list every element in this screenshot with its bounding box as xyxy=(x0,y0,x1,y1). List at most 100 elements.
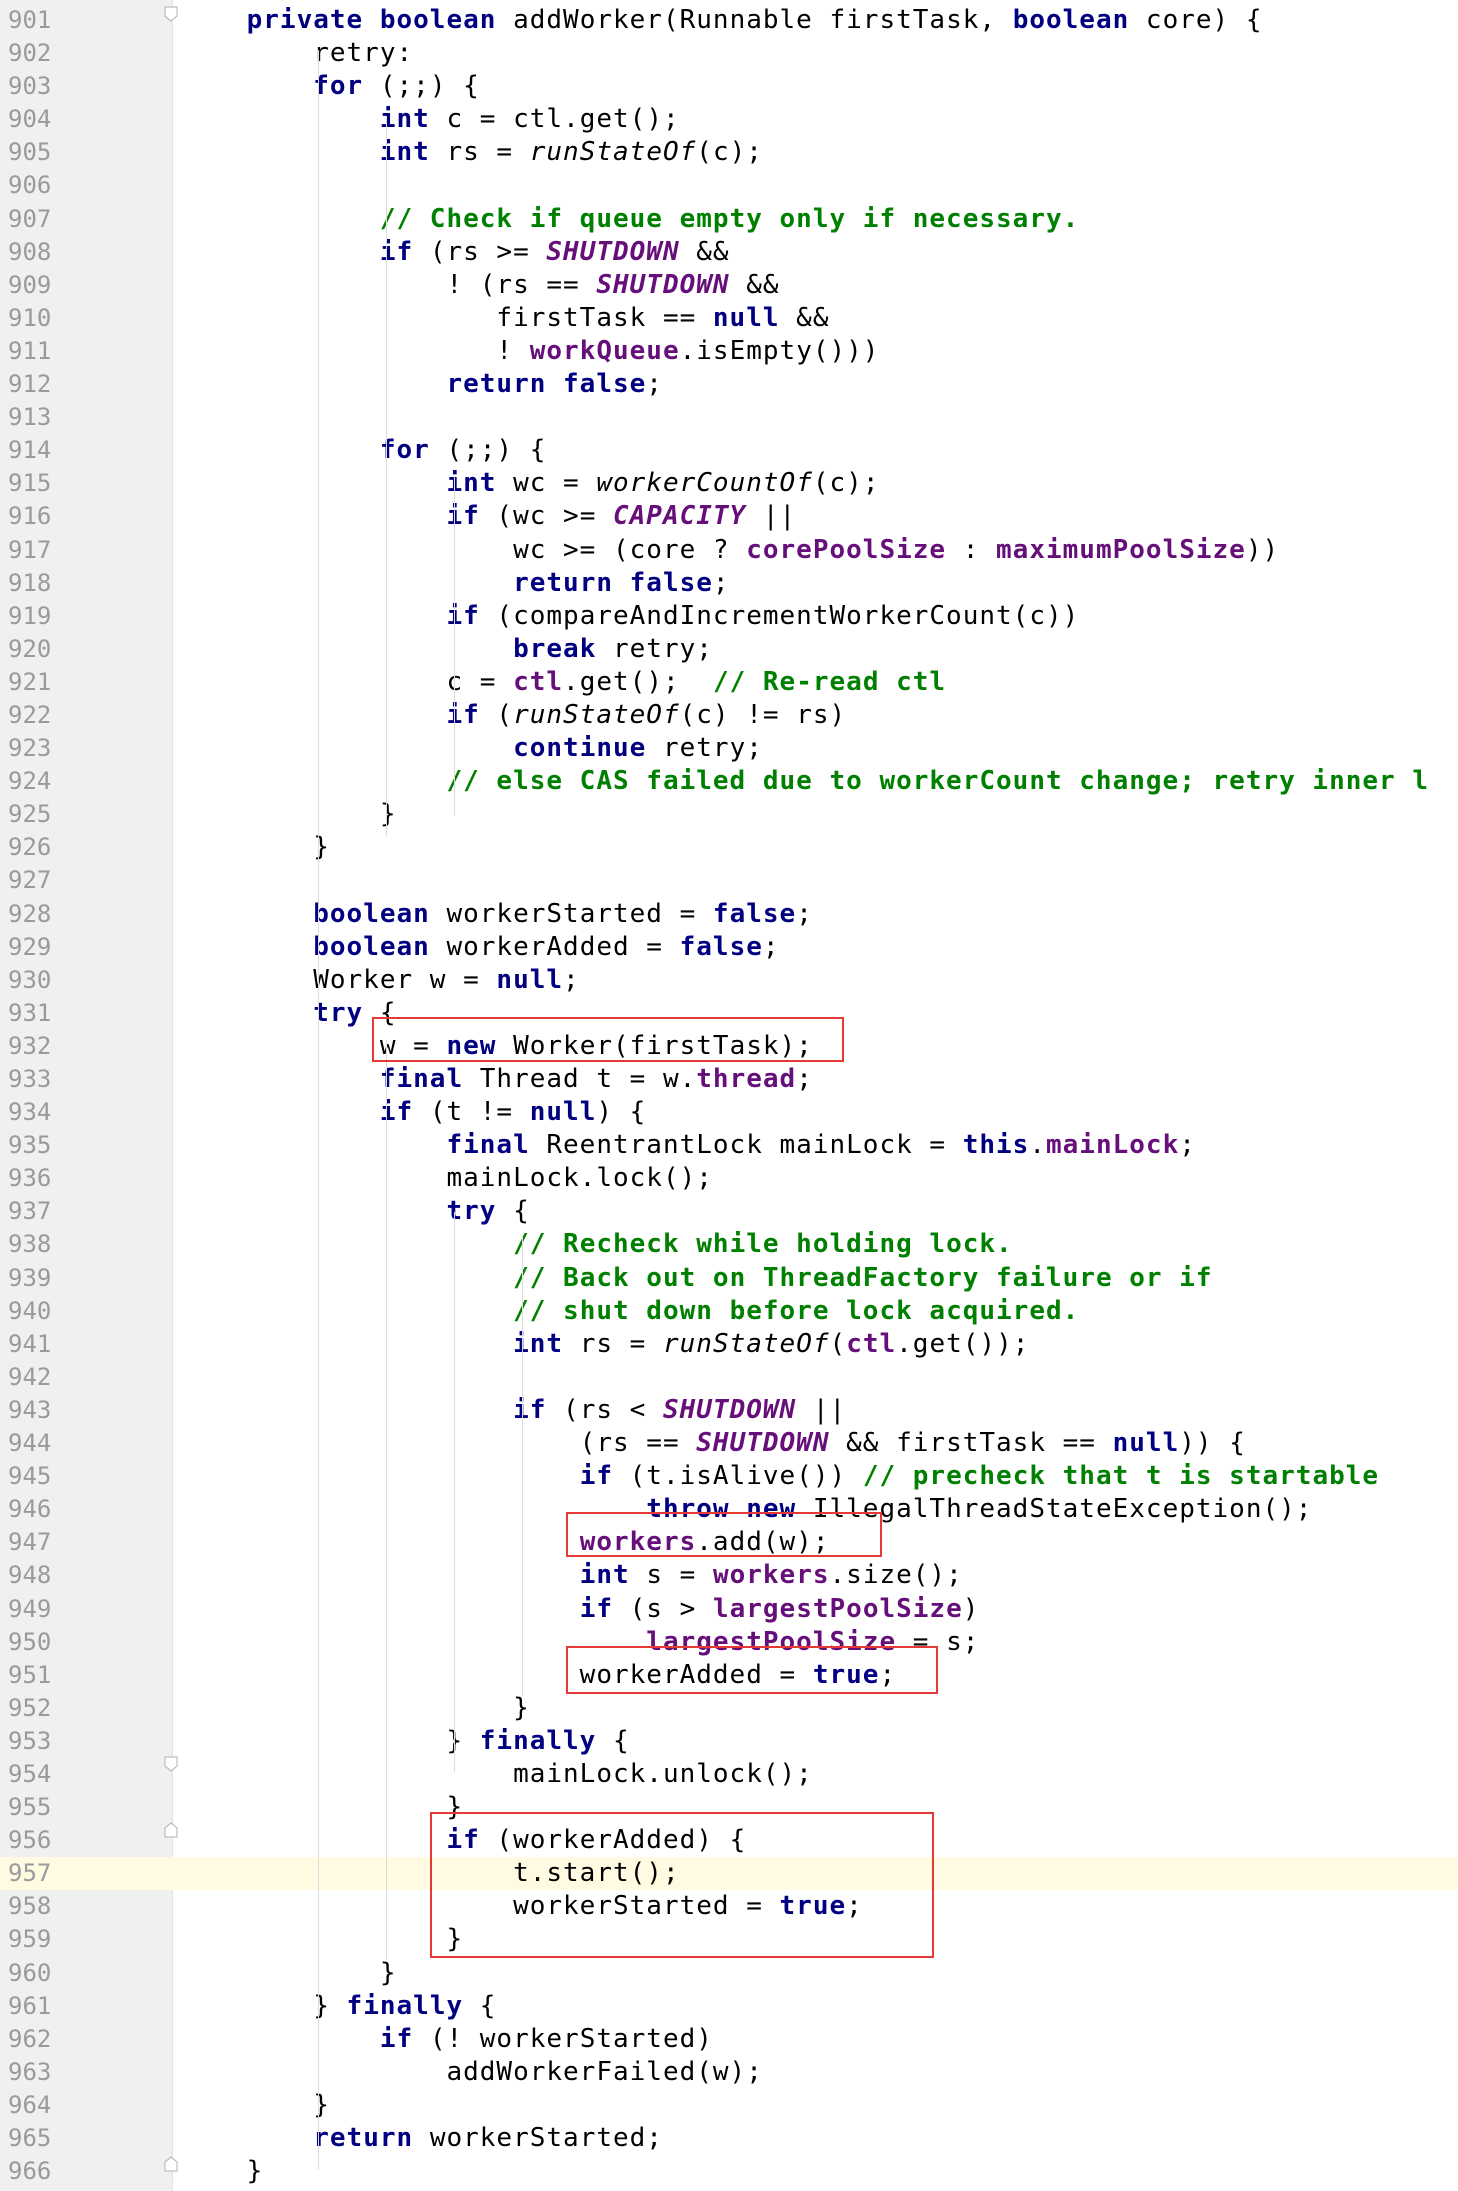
code-line[interactable]: 922 if (runStateOf(c) != rs) xyxy=(0,699,1458,732)
code-line[interactable]: 911 ! workQueue.isEmpty())) xyxy=(0,335,1458,368)
code-line[interactable]: 952 } xyxy=(0,1692,1458,1725)
code-text: for (;;) { xyxy=(180,70,480,103)
code-text: Worker w = null; xyxy=(180,964,580,997)
code-line[interactable]: 914 for (;;) { xyxy=(0,434,1458,467)
code-line[interactable]: 906 xyxy=(0,169,1458,202)
code-line[interactable]: 904 int c = ctl.get(); xyxy=(0,103,1458,136)
code-token: ; xyxy=(1179,1130,1196,1161)
code-token: if xyxy=(379,2023,430,2054)
code-line[interactable]: 918 return false; xyxy=(0,567,1458,600)
code-token: null xyxy=(712,302,780,333)
code-line[interactable]: 961 } finally { xyxy=(0,1990,1458,2023)
code-line[interactable]: 907 // Check if queue empty only if nece… xyxy=(0,203,1458,236)
code-line[interactable]: 913 xyxy=(0,401,1458,434)
code-token: mainLock.unlock(); xyxy=(180,1758,813,1789)
code-token: )) xyxy=(1245,534,1280,565)
code-token: // else CAS failed due to workerCount ch… xyxy=(446,766,1429,797)
code-line[interactable]: 936 mainLock.lock(); xyxy=(0,1162,1458,1195)
code-line[interactable]: 924 // else CAS failed due to workerCoun… xyxy=(0,765,1458,798)
code-line[interactable]: 925 } xyxy=(0,798,1458,831)
code-token: ( xyxy=(496,699,514,730)
code-line[interactable]: 948 int s = workers.size(); xyxy=(0,1559,1458,1592)
code-line[interactable]: 944 (rs == SHUTDOWN && firstTask == null… xyxy=(0,1427,1458,1460)
code-line[interactable]: 940 // shut down before lock acquired. xyxy=(0,1295,1458,1328)
code-token: ; xyxy=(646,369,663,400)
code-line[interactable]: 915 int wc = workerCountOf(c); xyxy=(0,467,1458,500)
code-line[interactable]: 917 wc >= (core ? corePoolSize : maximum… xyxy=(0,534,1458,567)
code-line[interactable]: 912 return false; xyxy=(0,368,1458,401)
code-token: ; xyxy=(712,567,730,598)
code-line[interactable]: 919 if (compareAndIncrementWorkerCount(c… xyxy=(0,600,1458,633)
code-line[interactable]: 943 if (rs < SHUTDOWN || xyxy=(0,1394,1458,1427)
code-line[interactable]: 960 } xyxy=(0,1957,1458,1990)
fold-marker-icon[interactable] xyxy=(164,1822,178,1838)
code-line[interactable]: 938 // Recheck while holding lock. xyxy=(0,1228,1458,1261)
code-line[interactable]: 942 xyxy=(0,1361,1458,1394)
code-text: final Thread t = w.thread; xyxy=(180,1063,813,1096)
code-line[interactable]: 934 if (t != null) { xyxy=(0,1096,1458,1129)
code-line[interactable]: 902 retry: xyxy=(0,37,1458,70)
code-token: final xyxy=(379,1064,480,1094)
code-line[interactable]: 927 xyxy=(0,864,1458,897)
code-token: runStateOf xyxy=(529,137,697,168)
code-line[interactable]: 923 continue retry; xyxy=(0,732,1458,765)
code-text: try { xyxy=(180,1195,530,1228)
indent-guide xyxy=(522,1236,523,1696)
code-text: private boolean addWorker(Runnable first… xyxy=(180,4,1263,37)
code-line[interactable]: 916 if (wc >= CAPACITY || xyxy=(0,500,1458,533)
code-line[interactable]: 964 } xyxy=(0,2089,1458,2122)
code-line[interactable]: 935 final ReentrantLock mainLock = this.… xyxy=(0,1129,1458,1162)
code-text: final ReentrantLock mainLock = this.main… xyxy=(180,1129,1196,1162)
code-line[interactable]: 941 int rs = runStateOf(ctl.get()); xyxy=(0,1328,1458,1361)
code-line[interactable]: 929 boolean workerAdded = false; xyxy=(0,931,1458,964)
code-token: } xyxy=(180,1924,464,1955)
code-token: : xyxy=(946,534,997,565)
fold-marker-icon[interactable] xyxy=(164,1756,178,1772)
code-text: boolean workerStarted = false; xyxy=(180,898,813,931)
code-line[interactable]: 939 // Back out on ThreadFactory failure… xyxy=(0,1262,1458,1295)
code-token: int xyxy=(379,137,447,168)
code-token: rs = xyxy=(446,137,530,168)
fold-marker-icon[interactable] xyxy=(164,6,178,22)
code-line[interactable]: 920 break retry; xyxy=(0,633,1458,666)
code-line[interactable]: 928 boolean workerStarted = false; xyxy=(0,898,1458,931)
code-token: (c); xyxy=(696,137,763,168)
code-line[interactable]: 954 mainLock.unlock(); xyxy=(0,1758,1458,1791)
code-line[interactable]: 945 if (t.isAlive()) // precheck that t … xyxy=(0,1460,1458,1493)
code-text: wc >= (core ? corePoolSize : maximumPool… xyxy=(180,534,1279,567)
code-text: // Recheck while holding lock. xyxy=(180,1228,1013,1261)
code-text: } xyxy=(180,1791,463,1824)
code-line[interactable]: 953 } finally { xyxy=(0,1725,1458,1758)
code-line[interactable]: 926 } xyxy=(0,831,1458,864)
code-line[interactable]: 963 addWorkerFailed(w); xyxy=(0,2056,1458,2089)
fold-marker-icon[interactable] xyxy=(164,2156,178,2172)
code-line[interactable]: 930 Worker w = null; xyxy=(0,964,1458,997)
code-line[interactable]: 949 if (s > largestPoolSize) xyxy=(0,1593,1458,1626)
code-line[interactable]: 921 c = ctl.get(); // Re-read ctl xyxy=(0,666,1458,699)
code-line[interactable]: 908 if (rs >= SHUTDOWN && xyxy=(0,236,1458,269)
code-line[interactable]: 903 for (;;) { xyxy=(0,70,1458,103)
code-line[interactable]: 905 int rs = runStateOf(c); xyxy=(0,136,1458,169)
code-token: .size(); xyxy=(829,1560,963,1591)
code-line[interactable]: 965 return workerStarted; xyxy=(0,2122,1458,2155)
line-number: 943 xyxy=(8,1395,52,1424)
code-line[interactable]: 909 ! (rs == SHUTDOWN && xyxy=(0,269,1458,302)
code-line[interactable]: 910 firstTask == null && xyxy=(0,302,1458,335)
code-token: ctl xyxy=(846,1328,897,1359)
code-token: addWorkerFailed(w); xyxy=(180,2056,763,2087)
code-line[interactable]: 937 try { xyxy=(0,1195,1458,1228)
code-token: firstTask == xyxy=(180,302,713,333)
code-token: (compareAndIncrementWorkerCount(c)) xyxy=(496,600,1080,631)
code-token: && xyxy=(779,302,830,333)
code-line[interactable]: 933 final Thread t = w.thread; xyxy=(0,1063,1458,1096)
code-token: this xyxy=(962,1130,1030,1161)
code-line[interactable]: 962 if (! workerStarted) xyxy=(0,2023,1458,2056)
code-token: // Re-read ctl xyxy=(712,666,947,697)
code-line[interactable]: 901 private boolean addWorker(Runnable f… xyxy=(0,4,1458,37)
code-line[interactable]: 966 } xyxy=(0,2155,1458,2188)
